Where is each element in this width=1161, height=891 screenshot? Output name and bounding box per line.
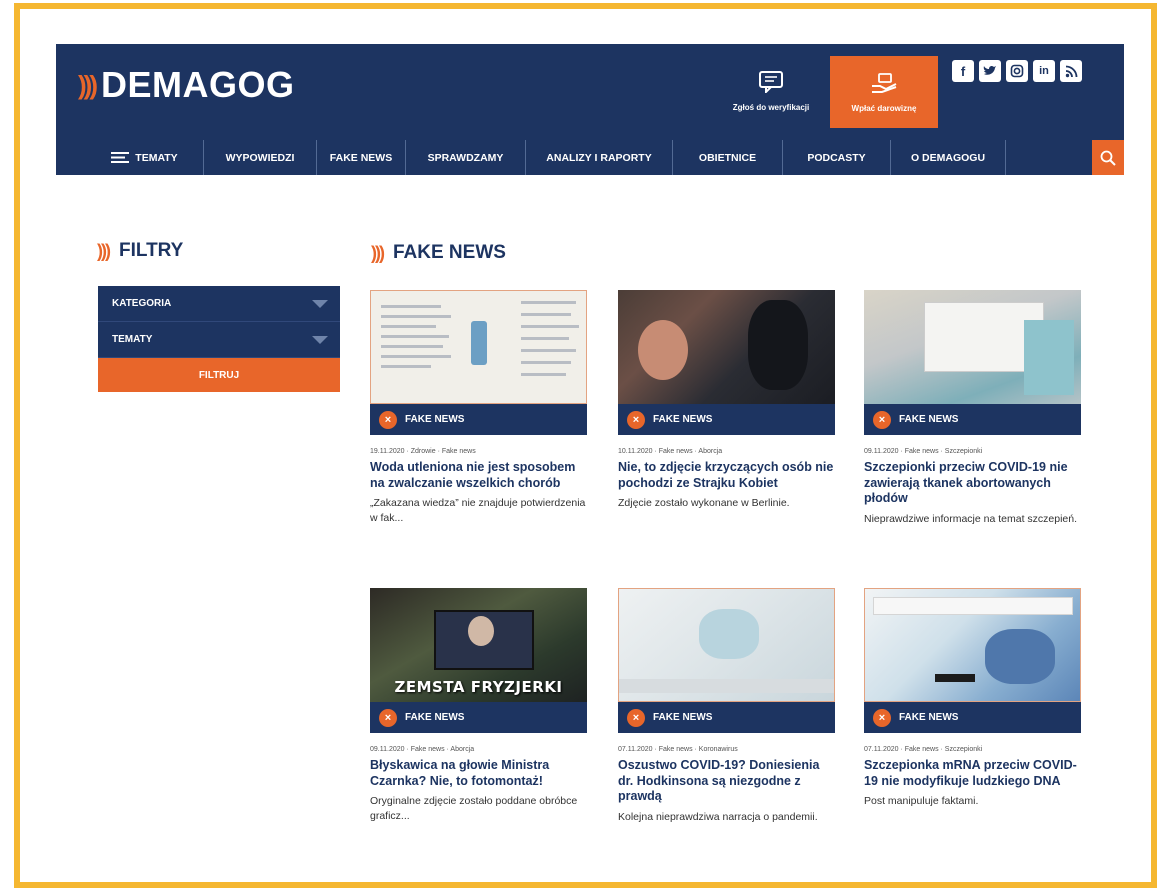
twitter-icon[interactable] <box>979 60 1001 82</box>
chevron-down-icon <box>312 299 328 308</box>
nav-item-wypowiedzi[interactable]: WYPOWIEDZI <box>204 140 317 175</box>
article-title[interactable]: Woda utleniona nie jest sposobem na zwal… <box>370 460 587 491</box>
article-lead: Zdjęcie zostało wykonane w Berlinie. <box>618 497 790 509</box>
filters-panel: KATEGORIA TEMATY FILTRUJ <box>98 286 340 392</box>
article-thumbnail[interactable] <box>864 588 1081 702</box>
article-lead: Nieprawdziwe informacje na temat szczepi… <box>864 512 1078 525</box>
article-meta: 09.11.2020 · Fake news · Aborcja <box>370 746 475 753</box>
close-circle-icon: × <box>627 708 645 727</box>
logo-waves-icon: ))) <box>78 69 98 100</box>
nav-item-obietnice[interactable]: OBIETNICE <box>673 140 783 175</box>
site-logo[interactable]: ))) DEMAGOG <box>78 64 295 106</box>
article-thumbnail[interactable]: ZEMSTA FRYZJERKI <box>370 588 587 702</box>
social-links: f in <box>952 60 1082 82</box>
close-circle-icon: × <box>873 410 891 429</box>
article-lead: Kolejna nieprawdziwa narracja o pandemii… <box>618 810 818 823</box>
main-nav: TEMATY WYPOWIEDZI FAKE NEWS SPRAWDZAMY A… <box>86 140 1124 175</box>
article-card: × FAKE NEWS 07.11.2020 · Fake news · Szc… <box>864 588 1081 809</box>
article-thumbnail[interactable] <box>618 588 835 702</box>
article-card: × FAKE NEWS 09.11.2020 · Fake news · Szc… <box>864 290 1081 527</box>
waves-icon: ))) <box>371 242 385 263</box>
filter-label: KATEGORIA <box>112 298 172 309</box>
article-lead: Oryginalne zdjęcie zostało poddane obrób… <box>370 795 578 822</box>
article-meta: 07.11.2020 · Fake news · Koronawirus <box>618 746 738 753</box>
chat-icon <box>759 70 783 93</box>
article-thumbnail[interactable] <box>370 290 587 404</box>
article-card: × FAKE NEWS 10.11.2020 · Fake news · Abo… <box>618 290 835 511</box>
article-title[interactable]: Błyskawica na głowie Ministra Czarnka? N… <box>370 758 587 789</box>
menu-icon <box>111 152 130 163</box>
thumbnail-overlay-text: ZEMSTA FRYZJERKI <box>394 678 563 696</box>
nav-label: WYPOWIEDZI <box>225 151 295 164</box>
filter-kategoria-dropdown[interactable]: KATEGORIA <box>98 286 340 322</box>
site-header: ))) DEMAGOG Zgłoś do weryfikacji Wpłać d… <box>56 44 1124 175</box>
nav-label: O DEMAGOGU <box>910 151 986 164</box>
facebook-icon[interactable]: f <box>952 60 974 82</box>
nav-item-analizy[interactable]: ANALIZY I RAPORTY <box>526 140 673 175</box>
nav-label: ANALIZY I RAPORTY <box>546 151 652 164</box>
badge-label: FAKE NEWS <box>899 712 959 723</box>
fake-news-badge: × FAKE NEWS <box>864 702 1081 733</box>
nav-item-fake-news[interactable]: FAKE NEWS <box>317 140 406 175</box>
fake-news-badge: × FAKE NEWS <box>864 404 1081 435</box>
logo-text: DEMAGOG <box>100 64 295 105</box>
report-label: Zgłoś do weryfikacji <box>732 102 810 112</box>
article-lead: Post manipuluje faktami. <box>864 795 979 807</box>
nav-label: OBIETNICE <box>698 151 757 164</box>
article-meta: 19.11.2020 · Zdrowie · Fake news <box>370 448 476 455</box>
article-meta: 07.11.2020 · Fake news · Szczepionki <box>864 746 983 753</box>
report-button[interactable]: Zgłoś do weryfikacji <box>716 56 826 126</box>
article-meta: 10.11.2020 · Fake news · Aborcja <box>618 448 723 455</box>
article-title[interactable]: Szczepionki przeciw COVID-19 nie zawiera… <box>864 460 1081 507</box>
badge-label: FAKE NEWS <box>653 712 713 723</box>
fake-news-badge: × FAKE NEWS <box>370 702 587 733</box>
badge-label: FAKE NEWS <box>899 414 959 425</box>
nav-item-o-demagogu[interactable]: O DEMAGOGU <box>891 140 1006 175</box>
search-icon <box>1100 150 1116 166</box>
nav-label: SPRAWDZAMY <box>427 151 504 164</box>
filters-heading: ))) FILTRY <box>97 240 183 262</box>
article-card: × FAKE NEWS 07.11.2020 · Fake news · Kor… <box>618 588 835 825</box>
badge-label: FAKE NEWS <box>653 414 713 425</box>
fake-news-heading: ))) FAKE NEWS <box>371 242 506 264</box>
fake-news-badge: × FAKE NEWS <box>618 404 835 435</box>
article-title[interactable]: Nie, to zdjęcie krzyczących osób nie poc… <box>618 460 835 491</box>
fake-news-title: FAKE NEWS <box>392 242 506 263</box>
donate-hand-icon <box>872 72 897 93</box>
donate-button[interactable]: Wpłać darowiznę <box>830 56 938 128</box>
chevron-down-icon <box>312 335 328 344</box>
nav-item-podcasty[interactable]: PODCASTY <box>783 140 891 175</box>
linkedin-icon[interactable]: in <box>1033 60 1055 82</box>
fake-news-badge: × FAKE NEWS <box>370 404 587 435</box>
article-title[interactable]: Oszustwo COVID-19? Doniesienia dr. Hodki… <box>618 758 835 805</box>
filter-tematy-dropdown[interactable]: TEMATY <box>98 322 340 358</box>
article-thumbnail[interactable] <box>618 290 835 404</box>
close-circle-icon: × <box>873 708 891 727</box>
badge-label: FAKE NEWS <box>405 414 465 425</box>
nav-item-tematy[interactable]: TEMATY <box>86 140 204 175</box>
nav-label: PODCASTY <box>807 151 866 164</box>
rss-icon[interactable] <box>1060 60 1082 82</box>
filter-label: TEMATY <box>112 334 153 345</box>
waves-icon: ))) <box>97 240 111 261</box>
filter-button[interactable]: FILTRUJ <box>98 358 340 392</box>
nav-label: FAKE NEWS <box>329 151 393 164</box>
article-card: × FAKE NEWS 19.11.2020 · Zdrowie · Fake … <box>370 290 587 526</box>
article-card: ZEMSTA FRYZJERKI × FAKE NEWS 09.11.2020 … <box>370 588 587 824</box>
article-thumbnail[interactable] <box>864 290 1081 404</box>
fake-news-badge: × FAKE NEWS <box>618 702 835 733</box>
article-title[interactable]: Szczepionka mRNA przeciw COVID-19 nie mo… <box>864 758 1081 789</box>
nav-item-sprawdzamy[interactable]: SPRAWDZAMY <box>406 140 526 175</box>
search-button[interactable] <box>1092 140 1124 175</box>
instagram-icon[interactable] <box>1006 60 1028 82</box>
nav-label: TEMATY <box>135 151 178 164</box>
badge-label: FAKE NEWS <box>405 712 465 723</box>
close-circle-icon: × <box>379 708 397 727</box>
article-lead: „Zakazana wiedza” nie znajduje potwierdz… <box>370 497 586 524</box>
close-circle-icon: × <box>627 410 645 429</box>
filters-title: FILTRY <box>118 240 184 261</box>
close-circle-icon: × <box>379 410 397 429</box>
donate-label: Wpłać darowiznę <box>851 103 917 113</box>
article-meta: 09.11.2020 · Fake news · Szczepionki <box>864 448 983 455</box>
